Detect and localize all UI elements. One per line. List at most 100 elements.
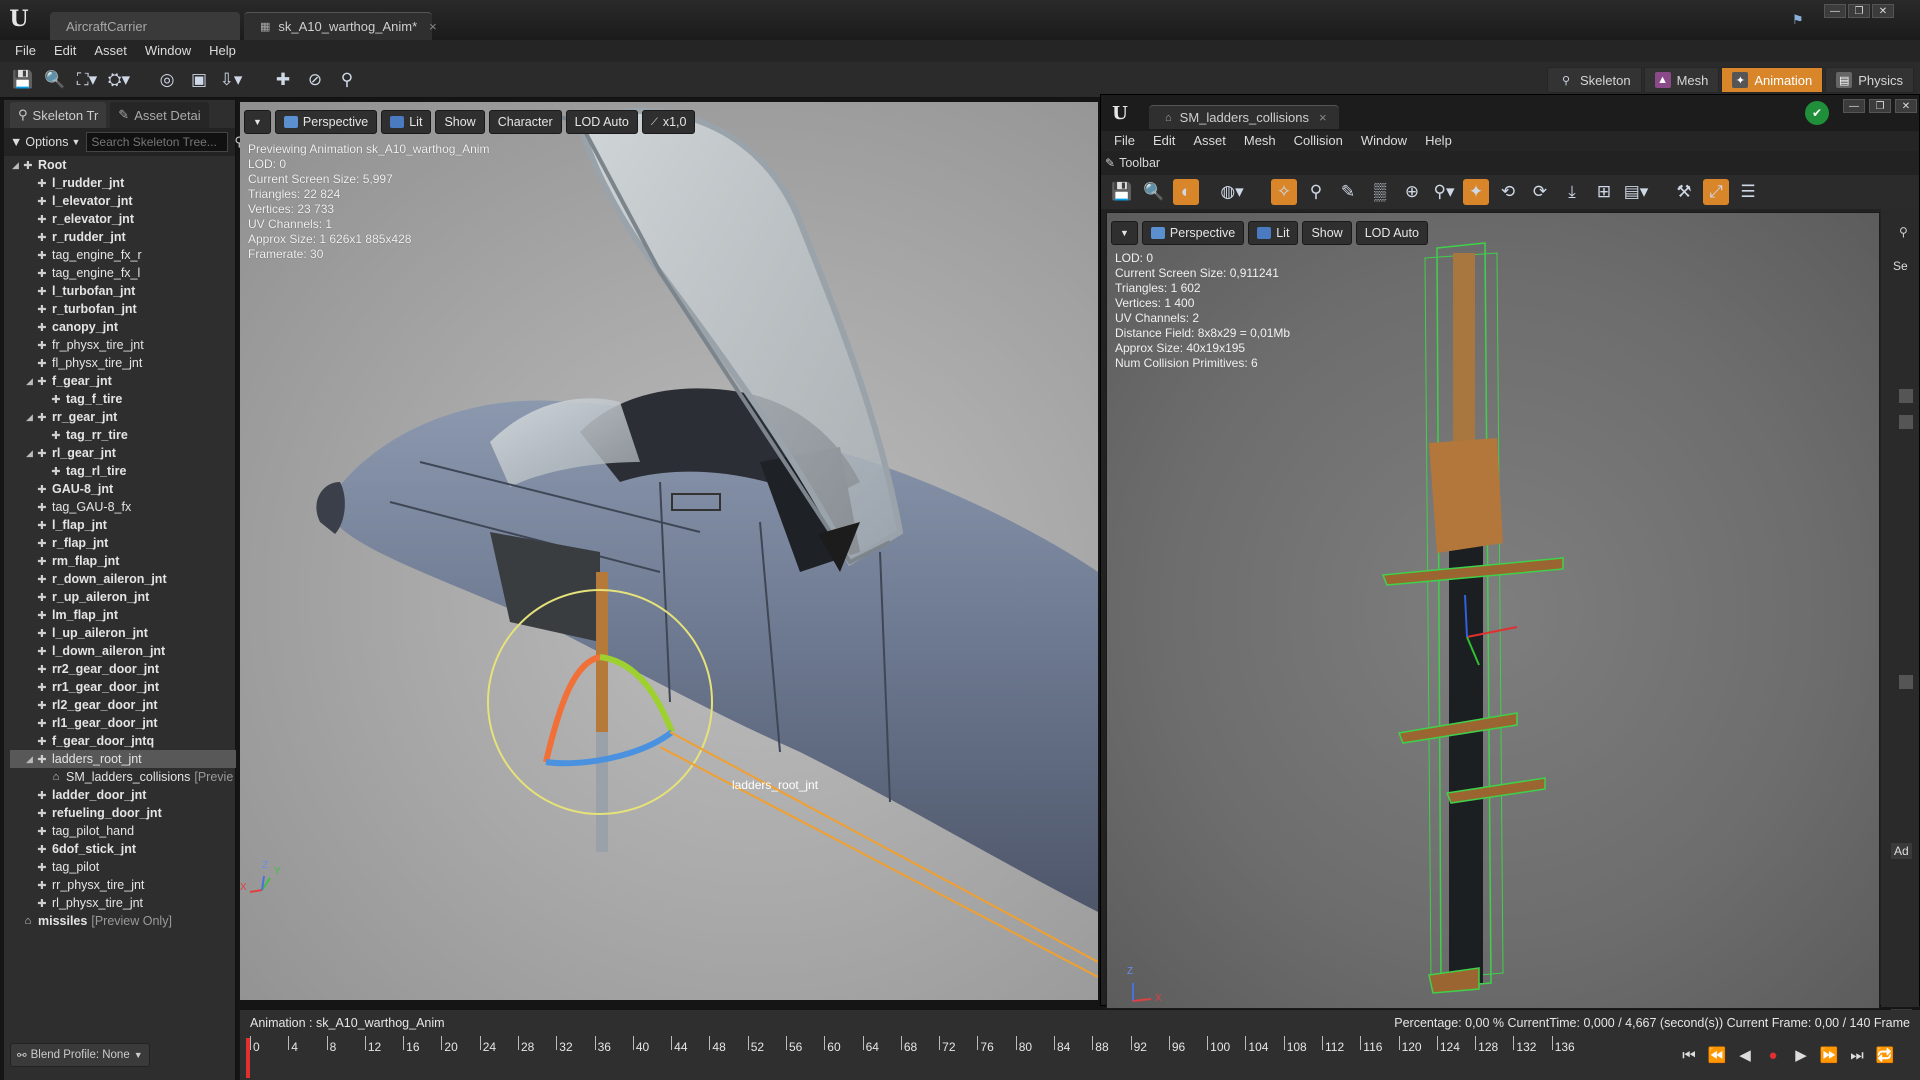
complex-collision-icon[interactable]: ⟳ <box>1527 179 1553 205</box>
skeleton-tree-row[interactable]: ◢ ✚ ladders_root_jnt <box>10 750 236 768</box>
skeleton-tree-row[interactable]: ✚ tag_pilot <box>10 858 236 876</box>
blend-profile-dropdown[interactable]: ⚯ Blend Profile: None ▼ <box>10 1043 150 1067</box>
skeleton-tree-row[interactable]: ✚ tag_rr_tire <box>10 426 236 444</box>
layers-icon[interactable]: ☰ <box>1735 179 1761 205</box>
add-icon[interactable]: ✚ <box>270 67 296 93</box>
skip-to-start-button[interactable]: ⏮ <box>1678 1044 1700 1066</box>
mode-skeleton[interactable]: ⚲ Skeleton <box>1547 67 1642 93</box>
skeleton-tree-row[interactable]: ✚ r_turbofan_jnt <box>10 300 236 318</box>
skeleton-tree-row[interactable]: ✚ l_turbofan_jnt <box>10 282 236 300</box>
skeleton-tree-row[interactable]: ✚ rl_physx_tire_jnt <box>10 894 236 912</box>
skip-to-end-button[interactable]: ⏭ <box>1846 1044 1868 1066</box>
static-mesh-viewport[interactable]: ▼ Perspective Lit Show LOD Auto LOD: 0 C… <box>1106 212 1880 1009</box>
skeleton-tree-row[interactable]: ✚ 6dof_stick_jnt <box>10 840 236 858</box>
skeleton-tree-row[interactable]: ✚ r_rudder_jnt <box>10 228 236 246</box>
play-reverse-button[interactable]: ◀ <box>1734 1044 1756 1066</box>
perspective-button[interactable]: Perspective <box>1141 221 1245 245</box>
skeleton-tree-row[interactable]: ✚ rr2_gear_door_jnt <box>10 660 236 678</box>
reset-camera-icon[interactable]: ⤢ <box>1703 179 1729 205</box>
save-icon[interactable]: 💾 <box>10 67 36 93</box>
checkbox[interactable] <box>1899 389 1913 403</box>
grid-icon[interactable]: ▤▾ <box>1623 179 1649 205</box>
camera-speed-icon[interactable]: ⚒ <box>1671 179 1697 205</box>
expand-arrow-icon[interactable]: ◢ <box>26 754 36 765</box>
skeleton-tree-row[interactable]: ✚ fl_physx_tire_jnt <box>10 354 236 372</box>
expand-arrow-icon[interactable]: ◢ <box>26 412 36 423</box>
export-icon[interactable]: ⇩▾ <box>218 67 244 93</box>
checkbox[interactable] <box>1899 675 1913 689</box>
play-button[interactable]: ▶ <box>1790 1044 1812 1066</box>
menu-collision[interactable]: Collision <box>1285 130 1352 152</box>
menu-help[interactable]: Help <box>1416 130 1461 152</box>
tab-sk-a10-warthog-anim[interactable]: ▦ sk_A10_warthog_Anim* × <box>244 12 437 40</box>
lod-auto-button[interactable]: LOD Auto <box>1355 221 1428 245</box>
skeleton-tree-row[interactable]: ◢ ✚ rl_gear_jnt <box>10 444 236 462</box>
toolbar-tab[interactable]: ✎ Toolbar <box>1105 153 1160 173</box>
close-window-button[interactable]: ✕ <box>1872 4 1894 18</box>
lit-button[interactable]: Lit <box>381 110 432 134</box>
uv-icon[interactable]: ⚲▾ <box>1431 179 1457 205</box>
tab-sm-ladders-collisions[interactable]: ⌂ SM_ladders_collisions × <box>1149 105 1339 129</box>
menu-file[interactable]: File <box>6 40 45 62</box>
playback-speed-button[interactable]: ⟋ x1,0 <box>641 110 696 134</box>
close-icon[interactable]: × <box>429 19 437 34</box>
menu-window[interactable]: Window <box>1352 130 1416 152</box>
skeleton-tree-row[interactable]: ✚ ladder_door_jnt <box>10 786 236 804</box>
skeleton-tree-row[interactable]: ◢ ✚ Root <box>10 156 236 174</box>
retarget-icon[interactable]: ⚲ <box>334 67 360 93</box>
show-button[interactable]: Show <box>1302 221 1352 245</box>
playhead[interactable] <box>246 1038 250 1078</box>
skeleton-tree-row[interactable]: ✚ tag_engine_fx_r <box>10 246 236 264</box>
maximize-button[interactable]: ❐ <box>1848 4 1870 18</box>
minimize-button[interactable]: — <box>1824 4 1846 18</box>
timeline-scrubber[interactable]: 0 4 8 12 16 20 24 28 32 36 40 44 48 52 56 60 64 68 72 76 80 8… <box>248 1010 1668 1080</box>
options-dropdown[interactable]: ▼ Options ▼ <box>10 135 80 149</box>
perspective-button[interactable]: Perspective <box>274 110 378 134</box>
reimport-icon[interactable]: ◐ <box>1173 179 1199 205</box>
normals-icon[interactable]: ✎ <box>1335 179 1361 205</box>
reference-pose-icon[interactable]: ⛶▾ <box>74 67 100 93</box>
browse-icon[interactable]: 🔍 <box>1141 179 1167 205</box>
menu-help[interactable]: Help <box>200 40 245 62</box>
tangents-icon[interactable]: ▒ <box>1367 179 1393 205</box>
preview-mesh-icon[interactable]: ⛭▾ <box>106 67 132 93</box>
skeleton-tree-row[interactable]: ✚ rr1_gear_door_jnt <box>10 678 236 696</box>
create-asset-icon[interactable]: ▣ <box>186 67 212 93</box>
tab-aircraftcarrier[interactable]: AircraftCarrier <box>50 12 240 40</box>
lightmap-icon[interactable]: ⤓ <box>1559 179 1585 205</box>
remove-icon[interactable]: ⊘ <box>302 67 328 93</box>
skeleton-tree-row[interactable]: ✚ GAU-8_jnt <box>10 480 236 498</box>
menu-file[interactable]: File <box>1105 130 1144 152</box>
tab-skeleton-tree[interactable]: ⚲ Skeleton Tr <box>10 102 107 128</box>
menu-edit[interactable]: Edit <box>1144 130 1184 152</box>
skeleton-tree-row[interactable]: ✚ r_elevator_jnt <box>10 210 236 228</box>
minimize-button[interactable]: — <box>1843 99 1865 113</box>
skeleton-tree-row[interactable]: ◢ ✚ f_gear_jnt <box>10 372 236 390</box>
save-icon[interactable]: 💾 <box>1109 179 1135 205</box>
checkbox[interactable] <box>1899 415 1913 429</box>
skeleton-tree-row[interactable]: ✚ rl1_gear_door_jnt <box>10 714 236 732</box>
skeleton-tree-row[interactable]: ⌂ SM_ladders_collisions [Previe <box>10 768 236 786</box>
skeleton-tree-row[interactable]: ✚ l_down_aileron_jnt <box>10 642 236 660</box>
add-button[interactable]: Ad <box>1891 843 1912 859</box>
menu-asset[interactable]: Asset <box>1184 130 1235 152</box>
loop-button[interactable]: 🔁 <box>1874 1044 1896 1066</box>
show-button[interactable]: Show <box>435 110 485 134</box>
vertex-color-icon[interactable]: ⊞ <box>1591 179 1617 205</box>
search-skeleton-input[interactable] <box>86 132 229 152</box>
maximize-button[interactable]: ❐ <box>1869 99 1891 113</box>
pivot-icon[interactable]: ⚲ <box>1303 179 1329 205</box>
viewport-options-button[interactable]: ▼ <box>1111 221 1138 245</box>
skeleton-tree-row[interactable]: ✚ rr_physx_tire_jnt <box>10 876 236 894</box>
browse-icon[interactable]: 🔍 <box>42 67 68 93</box>
binormals-icon[interactable]: ⊕ <box>1399 179 1425 205</box>
record-icon[interactable]: ◎ <box>154 67 180 93</box>
mode-mesh[interactable]: ▲ Mesh <box>1643 67 1720 93</box>
menu-asset[interactable]: Asset <box>85 40 136 62</box>
skeleton-tree-row[interactable]: ✚ tag_pilot_hand <box>10 822 236 840</box>
skeleton-tree-row[interactable]: ✚ refueling_door_jnt <box>10 804 236 822</box>
skeleton-tree-row[interactable]: ◢ ✚ rr_gear_jnt <box>10 408 236 426</box>
search-icon[interactable]: ⚲ <box>1899 225 1908 239</box>
skeleton-tree-row[interactable]: ✚ rl2_gear_door_jnt <box>10 696 236 714</box>
feedback-icon[interactable]: ⚑ <box>1792 12 1804 28</box>
